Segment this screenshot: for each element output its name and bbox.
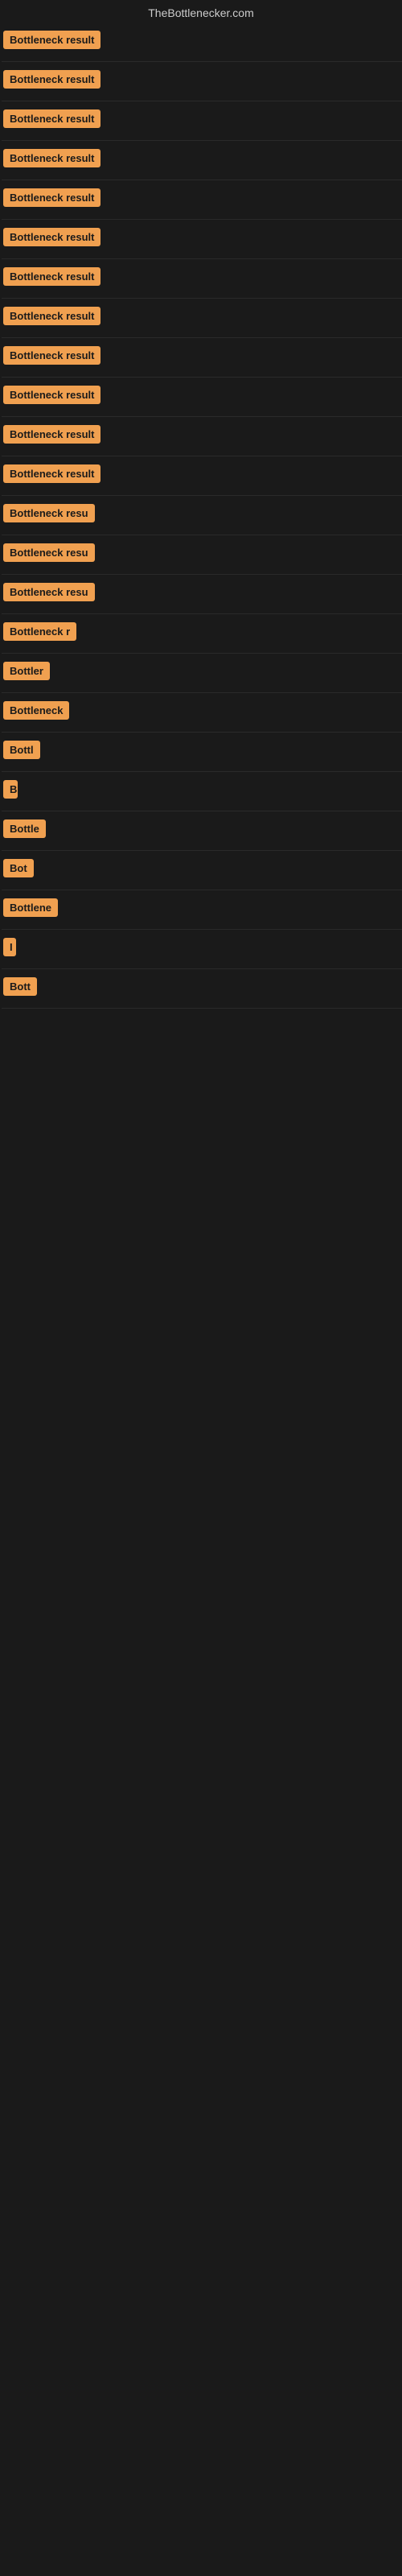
result-row: Bottleneck resu xyxy=(2,535,402,575)
bottleneck-badge[interactable]: Bottleneck result xyxy=(3,267,100,286)
bottleneck-badge[interactable]: Bot xyxy=(3,859,34,877)
bottleneck-badge[interactable]: Bottleneck result xyxy=(3,31,100,49)
bottleneck-badge[interactable]: Bottleneck result xyxy=(3,109,100,128)
result-row: Bottleneck result xyxy=(2,180,402,220)
result-row: Bottleneck result xyxy=(2,456,402,496)
bottleneck-badge[interactable]: Bottl xyxy=(3,741,40,759)
bottleneck-badge[interactable]: Bott xyxy=(3,977,37,996)
bottleneck-badge[interactable]: Bottler xyxy=(3,662,50,680)
result-row: Bottleneck result xyxy=(2,220,402,259)
result-row: B xyxy=(2,772,402,811)
result-row: Bottleneck result xyxy=(2,299,402,338)
result-row: Bottleneck result xyxy=(2,141,402,180)
result-row: Bottleneck result xyxy=(2,259,402,299)
result-row: Bottleneck result xyxy=(2,378,402,417)
bottleneck-badge[interactable]: Bottle xyxy=(3,819,46,838)
bottleneck-badge[interactable]: Bottleneck result xyxy=(3,188,100,207)
result-row: Bottleneck resu xyxy=(2,496,402,535)
result-row: Bot xyxy=(2,851,402,890)
bottleneck-badge[interactable]: Bottleneck result xyxy=(3,228,100,246)
bottleneck-badge[interactable]: Bottlene xyxy=(3,898,58,917)
bottleneck-badge[interactable]: B xyxy=(3,780,18,799)
bottleneck-badge[interactable]: Bottleneck r xyxy=(3,622,76,641)
result-row: Bottler xyxy=(2,654,402,693)
bottleneck-badge[interactable]: Bottleneck result xyxy=(3,346,100,365)
bottleneck-badge[interactable]: I xyxy=(3,938,16,956)
bottleneck-badge[interactable]: Bottleneck result xyxy=(3,70,100,89)
bottleneck-badge[interactable]: Bottleneck resu xyxy=(3,504,95,522)
bottleneck-badge[interactable]: Bottleneck xyxy=(3,701,69,720)
result-row: Bottleneck r xyxy=(2,614,402,654)
result-row: Bottleneck result xyxy=(2,101,402,141)
result-row: Bottleneck resu xyxy=(2,575,402,614)
result-row: Bottl xyxy=(2,733,402,772)
result-row: Bott xyxy=(2,969,402,1009)
site-title: TheBottlenecker.com xyxy=(0,0,402,23)
bottleneck-badge[interactable]: Bottleneck resu xyxy=(3,543,95,562)
bottleneck-badge[interactable]: Bottleneck result xyxy=(3,464,100,483)
result-row: Bottleneck result xyxy=(2,338,402,378)
result-row: Bottleneck result xyxy=(2,23,402,62)
bottleneck-badge[interactable]: Bottleneck result xyxy=(3,425,100,444)
bottleneck-badge[interactable]: Bottleneck result xyxy=(3,386,100,404)
result-row: Bottle xyxy=(2,811,402,851)
bottleneck-badge[interactable]: Bottleneck result xyxy=(3,149,100,167)
result-row: Bottleneck result xyxy=(2,417,402,456)
result-row: I xyxy=(2,930,402,969)
result-row: Bottleneck result xyxy=(2,62,402,101)
result-row: Bottlene xyxy=(2,890,402,930)
bottleneck-badge[interactable]: Bottleneck result xyxy=(3,307,100,325)
result-row: Bottleneck xyxy=(2,693,402,733)
bottleneck-badge[interactable]: Bottleneck resu xyxy=(3,583,95,601)
